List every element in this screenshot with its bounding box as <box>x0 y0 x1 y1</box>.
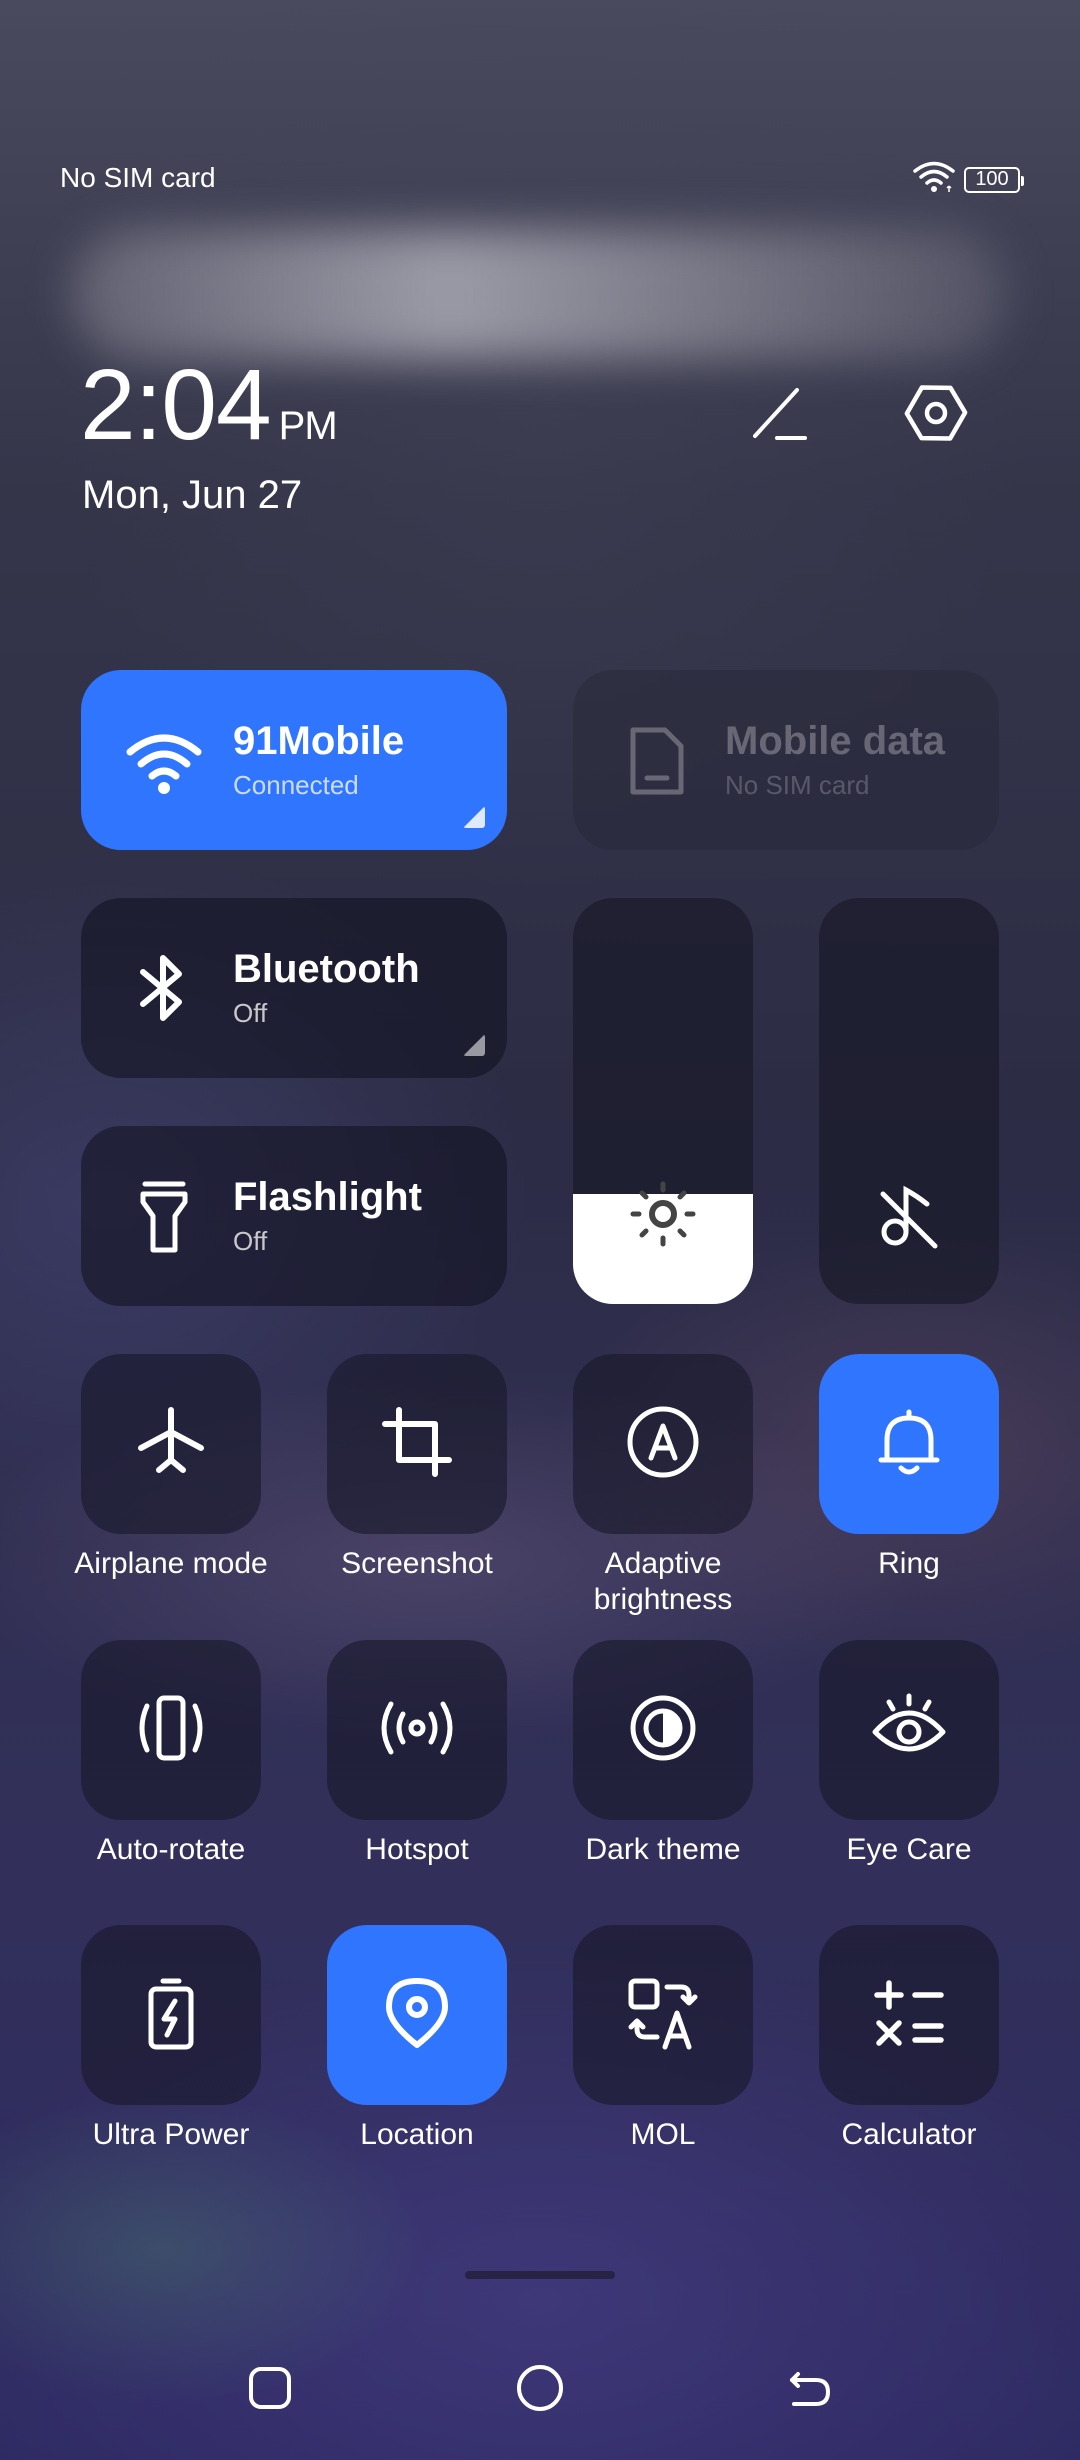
expand-corner-icon <box>463 806 485 828</box>
calculator-toggle[interactable] <box>819 1925 999 2105</box>
rotate-icon <box>131 1688 211 1773</box>
bluetooth-icon <box>119 943 209 1033</box>
settings-icon <box>901 378 971 453</box>
ultra-power-toggle[interactable] <box>81 1925 261 2105</box>
wifi-status: Connected <box>233 770 359 800</box>
translate-icon <box>623 1973 703 2058</box>
back-icon <box>784 2362 836 2419</box>
hotspot-icon <box>377 1688 457 1773</box>
dark-theme-toggle[interactable] <box>573 1640 753 1820</box>
wifi-icon <box>912 160 956 199</box>
brightness-icon <box>573 1174 753 1254</box>
auto-rotate-toggle[interactable] <box>81 1640 261 1820</box>
date[interactable]: Mon, Jun 27 <box>82 473 302 518</box>
screenshot-toggle[interactable] <box>327 1354 507 1534</box>
wifi-network-name: 91Mobile <box>233 719 405 763</box>
eye-icon <box>869 1688 949 1773</box>
volume-slider[interactable] <box>819 898 999 1304</box>
notification-blur <box>70 230 1010 360</box>
ring-toggle[interactable] <box>819 1354 999 1534</box>
sim-card-icon <box>611 715 701 805</box>
flashlight-status: Off <box>233 1226 268 1256</box>
bell-icon <box>869 1402 949 1487</box>
clock-time: 2:04 <box>80 349 272 461</box>
toggle-label: Ultra Power <box>92 2118 250 2151</box>
status-icons: 100 <box>912 160 1024 199</box>
settings-button[interactable] <box>896 375 976 455</box>
crop-icon <box>377 1402 457 1487</box>
clock-ampm: PM <box>278 404 338 448</box>
edit-icon <box>745 378 815 453</box>
flashlight-title: Flashlight <box>233 1175 422 1219</box>
airplane-mode-toggle[interactable] <box>81 1354 261 1534</box>
toggle-label: Calculator <box>841 2118 977 2151</box>
toggle-label: Eye Care <box>846 1833 972 1866</box>
eye-care-toggle[interactable] <box>819 1640 999 1820</box>
toggle-label: Screenshot <box>341 1547 493 1580</box>
home-button[interactable] <box>500 2350 580 2430</box>
mute-icon <box>819 1174 999 1254</box>
toggle-label: Hotspot <box>365 1833 469 1866</box>
wifi-icon <box>119 715 209 805</box>
dark-theme-icon <box>623 1688 703 1773</box>
flashlight-icon <box>119 1171 209 1261</box>
back-button[interactable] <box>770 2350 850 2430</box>
edit-button[interactable] <box>740 375 820 455</box>
toggle-label: Dark theme <box>585 1833 741 1866</box>
mobile-data-tile[interactable]: Mobile data No SIM card <box>573 670 999 850</box>
calculator-icon <box>869 1973 949 2058</box>
toggle-label: MOL <box>630 2118 696 2151</box>
toggle-label: Auto-rotate <box>96 1833 246 1866</box>
toggle-label: Adaptive brightness <box>593 1547 733 1616</box>
recents-button[interactable] <box>230 2350 310 2430</box>
battery-level: 100 <box>975 168 1009 190</box>
carrier-status: No SIM card <box>60 162 216 193</box>
toggle-label: Ring <box>878 1547 940 1580</box>
mol-toggle[interactable] <box>573 1925 753 2105</box>
adaptive-brightness-toggle[interactable] <box>573 1354 753 1534</box>
bluetooth-tile[interactable]: Bluetooth Off <box>81 898 507 1078</box>
expand-corner-icon <box>463 1034 485 1056</box>
battery-bolt-icon <box>131 1973 211 2058</box>
clock[interactable]: 2:04 PM <box>80 355 338 455</box>
mobile-data-status: No SIM card <box>725 770 870 800</box>
recents-icon <box>245 2363 295 2418</box>
auto-brightness-icon <box>623 1402 703 1487</box>
location-pin-icon <box>377 1973 457 2058</box>
location-toggle[interactable] <box>327 1925 507 2105</box>
toggle-label: Airplane mode <box>74 1547 268 1580</box>
toggle-label: Location <box>360 2118 474 2151</box>
bluetooth-status: Off <box>233 998 268 1028</box>
drag-handle[interactable] <box>465 2271 615 2279</box>
mobile-data-title: Mobile data <box>725 719 946 763</box>
bluetooth-title: Bluetooth <box>233 947 420 991</box>
battery-icon: 100 <box>964 166 1024 193</box>
brightness-slider[interactable] <box>573 898 753 1304</box>
home-icon <box>514 2362 566 2419</box>
hotspot-toggle[interactable] <box>327 1640 507 1820</box>
airplane-icon <box>131 1402 211 1487</box>
wifi-tile[interactable]: 91Mobile Connected <box>81 670 507 850</box>
flashlight-tile[interactable]: Flashlight Off <box>81 1126 507 1306</box>
